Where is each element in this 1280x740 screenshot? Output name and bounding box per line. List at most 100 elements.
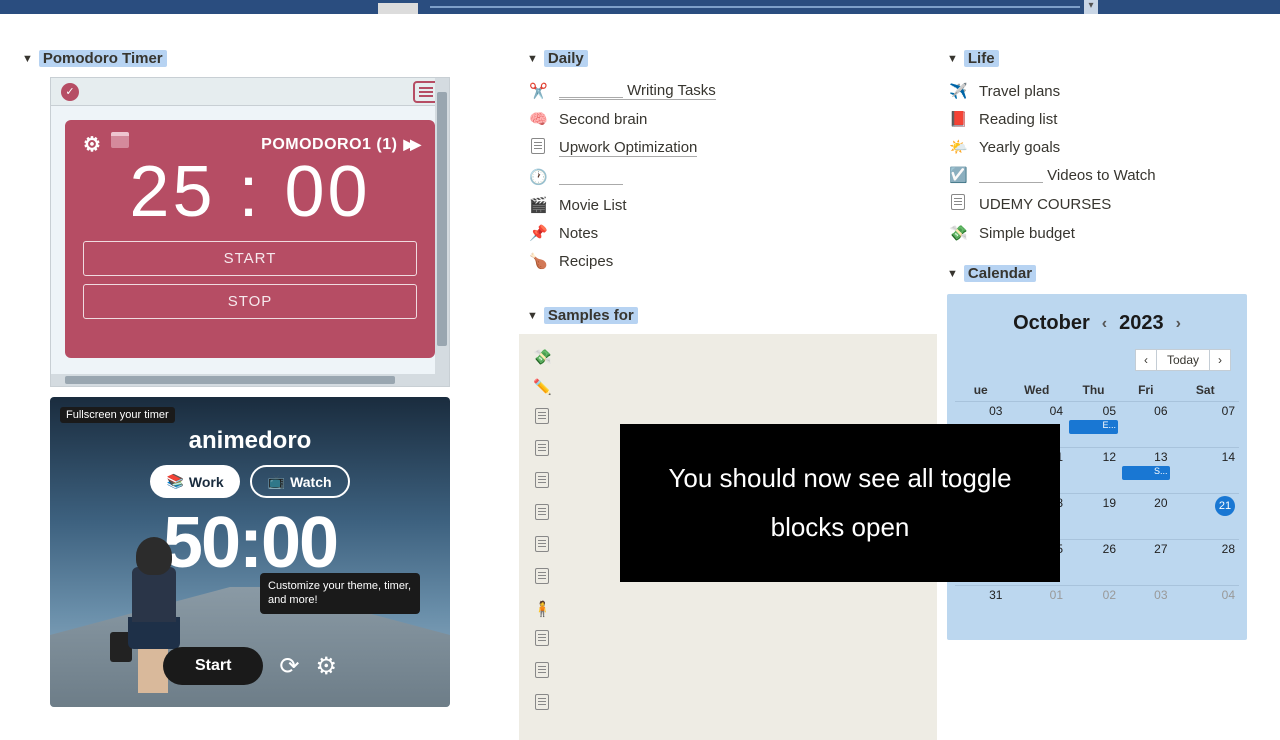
page-icon: 💸 <box>949 224 967 242</box>
calendar-cell[interactable]: 19 <box>1067 494 1120 540</box>
heading-label: Calendar <box>964 265 1036 282</box>
calendar-cell[interactable]: 06 <box>1120 402 1171 448</box>
pomodoro-embed: ✓ POMODORO1 (1) ▶▶ 25 : 00 START STOP <box>50 77 450 387</box>
page-item-label: Writing Tasks <box>559 82 716 100</box>
toggle-life[interactable]: ▼ Life <box>947 50 1247 67</box>
chevron-down-icon: ▼ <box>527 310 538 322</box>
animedoro-time-display: 50:00 <box>50 502 450 584</box>
page-item-label: Yearly goals <box>979 139 1060 156</box>
calendar-cell[interactable]: 31 <box>955 586 1006 632</box>
calendar-cell[interactable]: 21 <box>1172 494 1240 540</box>
page-item-label: Notes <box>559 225 598 242</box>
tooltip-fullscreen: Fullscreen your timer <box>60 407 175 423</box>
page-item-label: UDEMY COURSES <box>979 196 1111 213</box>
work-tab[interactable]: 📚 Work <box>150 465 239 498</box>
page-item[interactable]: 🕐 <box>529 163 917 191</box>
titlebar-line <box>430 6 1080 8</box>
calendar-next-button[interactable]: › <box>1209 349 1231 371</box>
calendar-cell[interactable]: 26 <box>1067 540 1120 586</box>
calendar-prev-icon[interactable]: ‹ <box>1102 315 1107 333</box>
calendar-cell[interactable]: 13S... <box>1120 448 1171 494</box>
animedoro-start-button[interactable]: Start <box>163 647 263 685</box>
calendar-cell[interactable]: 14 <box>1172 448 1240 494</box>
window-icon[interactable] <box>111 132 129 148</box>
heading-label: Samples for <box>544 307 638 324</box>
page-item[interactable]: UDEMY COURSES <box>949 189 1247 219</box>
document-icon <box>533 472 551 492</box>
chevron-down-icon: ▼ <box>947 268 958 280</box>
page-item[interactable]: 🎬Movie List <box>529 191 917 219</box>
heading-label: Life <box>964 50 999 67</box>
page-item[interactable] <box>533 688 925 720</box>
page-item[interactable] <box>533 624 925 656</box>
page-item[interactable]: Upwork Optimization <box>529 133 917 163</box>
page-item[interactable]: 📕Reading list <box>949 105 1247 133</box>
titlebar-dropdown-icon[interactable]: ▾ <box>1084 0 1098 14</box>
page-item-label: Travel plans <box>979 83 1060 100</box>
calendar-cell[interactable]: 03 <box>1120 586 1171 632</box>
page-item[interactable]: 🌤️ Yearly goals <box>949 133 1247 161</box>
pomodoro-start-button[interactable]: START <box>83 241 417 276</box>
page-item[interactable]: 💸Simple budget <box>949 219 1247 247</box>
toggle-samples[interactable]: ▼ Samples for <box>527 307 917 324</box>
page-item[interactable] <box>533 656 925 688</box>
calendar-cell[interactable]: 02 <box>1067 586 1120 632</box>
calendar-prev-button[interactable]: ‹ <box>1135 349 1157 371</box>
page-item[interactable]: 📌 Notes <box>529 219 917 247</box>
chevron-down-icon: ▼ <box>947 53 958 65</box>
page-icon: ✂️ <box>529 82 547 100</box>
calendar-year: 2023 <box>1119 312 1164 335</box>
calendar-cell[interactable]: 04 <box>1172 586 1240 632</box>
page-item[interactable]: 🍗Recipes <box>529 247 917 275</box>
page-item[interactable]: ✏️ <box>533 372 925 402</box>
page-icon: 🌤️ <box>949 138 967 156</box>
heading-label: Daily <box>544 50 588 67</box>
page-item[interactable]: ✂️ Writing Tasks <box>529 77 917 105</box>
animedoro-title: animedoro <box>50 427 450 455</box>
reset-icon[interactable]: ⟳ <box>279 652 299 681</box>
page-icon: 📌 <box>529 224 547 242</box>
calendar-cell[interactable]: 27 <box>1120 540 1171 586</box>
toggle-calendar[interactable]: ▼ Calendar <box>947 265 1247 282</box>
calendar-cell[interactable]: 01 <box>1006 586 1067 632</box>
calendar-cell[interactable]: 20 <box>1120 494 1171 540</box>
page-item[interactable]: 🧠Second brain <box>529 105 917 133</box>
document-icon <box>533 630 551 650</box>
page-icon: 🍗 <box>529 252 547 270</box>
page-item[interactable]: 🧍 <box>533 594 925 624</box>
calendar-cell[interactable]: 12 <box>1067 448 1120 494</box>
document-icon <box>533 504 551 524</box>
document-icon <box>533 568 551 588</box>
calendar-month: October <box>1013 312 1090 335</box>
gear-icon[interactable] <box>83 132 101 157</box>
toggle-daily[interactable]: ▼ Daily <box>527 50 917 67</box>
page-item-label: Videos to Watch <box>979 167 1156 184</box>
daily-list: ✂️ Writing Tasks🧠Second brainUpwork Opti… <box>527 77 917 275</box>
document-icon <box>533 536 551 556</box>
tooltip-customize: Customize your theme, timer, and more! <box>260 573 420 614</box>
chevron-down-icon: ▼ <box>527 53 538 65</box>
pomodoro-stop-button[interactable]: STOP <box>83 284 417 319</box>
page-icon: ✏️ <box>533 378 551 396</box>
calendar-next-icon[interactable]: › <box>1176 315 1181 333</box>
calendar-today-button[interactable]: Today <box>1157 349 1209 371</box>
calendar-cell[interactable]: 07 <box>1172 402 1240 448</box>
scrollbar-horizontal[interactable] <box>51 374 435 386</box>
page-icon: 🎬 <box>529 196 547 214</box>
toggle-pomodoro-timer[interactable]: ▼ Pomodoro Timer <box>22 50 467 67</box>
settings-gear-icon[interactable]: ⚙ <box>316 652 338 681</box>
scrollbar-vertical[interactable] <box>435 78 449 386</box>
page-icon: 🕐 <box>529 168 547 186</box>
fast-forward-icon[interactable]: ▶▶ <box>403 136 417 153</box>
page-item[interactable]: ☑️ Videos to Watch <box>949 161 1247 189</box>
check-icon[interactable]: ✓ <box>61 83 79 101</box>
page-item[interactable]: 💸 <box>533 342 925 372</box>
titlebar-tab <box>378 3 418 14</box>
animedoro-embed: Fullscreen your timer animedoro 📚 Work 📺… <box>50 397 450 707</box>
document-icon <box>533 662 551 682</box>
calendar-cell[interactable]: 28 <box>1172 540 1240 586</box>
watch-tab[interactable]: 📺 Watch <box>250 465 350 498</box>
document-icon <box>533 440 551 460</box>
page-item[interactable]: ✈️Travel plans <box>949 77 1247 105</box>
calendar-cell[interactable]: 05E... <box>1067 402 1120 448</box>
